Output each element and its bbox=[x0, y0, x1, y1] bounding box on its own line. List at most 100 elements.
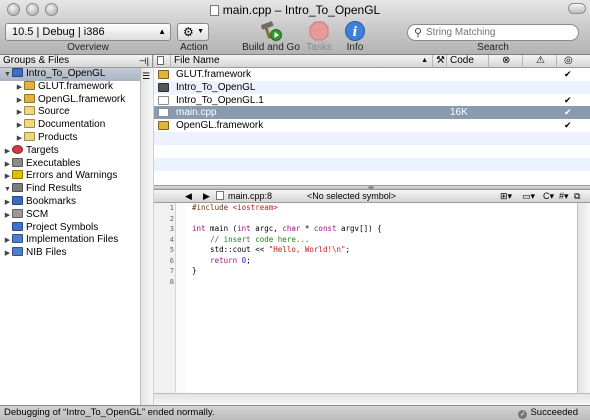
code-folding-ribbon[interactable] bbox=[175, 203, 186, 393]
disclosure-closed-icon[interactable]: ▶ bbox=[3, 248, 12, 261]
bookmarks-popup-icon[interactable]: ⊞▾ bbox=[500, 190, 512, 202]
window-toolbar: main.cpp – Intro_To_OpenGL 10.5 | Debug … bbox=[0, 0, 590, 55]
line-number: 6 bbox=[169, 256, 174, 265]
line-number: 3 bbox=[169, 225, 174, 233]
col-warnings-header[interactable]: ⚠ bbox=[522, 55, 556, 68]
info-icon: i bbox=[345, 21, 365, 41]
sidebar-item-label: Project Symbols bbox=[26, 221, 99, 233]
code-line-6: return 0; bbox=[210, 255, 251, 265]
file-name-cell: main.cpp bbox=[176, 107, 217, 119]
sidebar-item[interactable]: ▶ Implementation Files bbox=[0, 234, 140, 247]
build-and-go-button[interactable] bbox=[258, 20, 282, 42]
file-history-popup[interactable]: main.cpp:8 bbox=[228, 190, 272, 202]
sidebar-item[interactable]: ▶ Bookmarks bbox=[0, 195, 140, 209]
source-editor[interactable]: 1 2 3 4 5 6 7 8 #include <iostream> int main (i… bbox=[154, 203, 590, 405]
breakpoints-popup-icon[interactable]: ▭▾ bbox=[522, 190, 535, 202]
editor-horizontal-scrollbar[interactable] bbox=[154, 393, 590, 405]
search-icon: ⚲ bbox=[414, 27, 423, 39]
editor-vertical-scrollbar[interactable] bbox=[577, 203, 590, 393]
build-result[interactable]: ✓ Succeeded bbox=[518, 406, 578, 420]
sidebar-item-label: Errors and Warnings bbox=[26, 170, 118, 182]
framework-icon bbox=[158, 121, 169, 131]
counterparts-icon[interactable]: ⧉ bbox=[574, 190, 580, 202]
overview-label: Overview bbox=[67, 42, 109, 53]
sidebar-item[interactable]: ▶ NIB Files bbox=[0, 247, 140, 260]
action-button[interactable]: ⚙ ▼ bbox=[177, 23, 209, 41]
sidebar-item[interactable]: ▶ Targets bbox=[0, 144, 140, 158]
code-line-5: std::cout << "Hello, World!\n"; bbox=[192, 245, 351, 254]
col-build-header[interactable]: ⚒ bbox=[432, 55, 446, 68]
sidebar-item[interactable]: ▶ OpenGL.framework bbox=[0, 93, 140, 107]
split-view-icon[interactable]: ⊣| bbox=[139, 55, 149, 67]
col-code-header[interactable]: Code bbox=[446, 55, 488, 68]
sidebar-item-label: GLUT.framework bbox=[38, 80, 114, 92]
folder-icon bbox=[24, 119, 35, 129]
tasks-button[interactable] bbox=[307, 20, 331, 42]
warning-icon bbox=[12, 170, 23, 180]
sidebar-item[interactable]: Project Symbols bbox=[0, 221, 140, 235]
sidebar-item[interactable]: ▼ Find Results bbox=[0, 183, 140, 196]
executable-icon bbox=[12, 157, 23, 167]
col-errors-header[interactable]: ⊗ bbox=[488, 55, 522, 68]
splitter-grip[interactable] bbox=[368, 186, 374, 189]
sidebar-item[interactable]: ▶ SCM bbox=[0, 208, 140, 222]
classes-popup-icon[interactable]: C▾ bbox=[543, 190, 554, 202]
includes-popup-icon[interactable]: #▾ bbox=[559, 190, 569, 202]
sidebar-item-label: Products bbox=[38, 131, 78, 143]
table-row[interactable]: OpenGL.framework ✔ bbox=[154, 119, 590, 132]
stop-icon bbox=[309, 21, 329, 41]
col-file-type-header[interactable] bbox=[154, 55, 170, 68]
sidebar-item[interactable]: ▶ Documentation bbox=[0, 119, 140, 132]
tasks-label: Tasks bbox=[306, 42, 332, 53]
sidebar-item-label: Source bbox=[38, 106, 70, 118]
info-button[interactable]: i bbox=[343, 20, 367, 42]
sidebar-item[interactable]: ▼ Intro_To_OpenGL bbox=[0, 68, 140, 81]
sidebar-item[interactable]: ▶ Executables bbox=[0, 157, 140, 171]
list-options-icon[interactable]: ☰ bbox=[142, 71, 150, 82]
file-name-cell: OpenGL.framework bbox=[176, 120, 264, 132]
detail-file-table: File Name ▲ ⚒ Code ⊗ ⚠ ◎ GLUT.framework ✔… bbox=[154, 55, 590, 185]
target-checkbox[interactable]: ✔ bbox=[564, 108, 573, 117]
line-number: 1 bbox=[169, 204, 174, 212]
sidebar-item-label: Executables bbox=[26, 157, 81, 169]
overview-popup[interactable]: 10.5 | Debug | i386 ▲ bbox=[5, 23, 171, 41]
search-field[interactable]: ⚲ bbox=[407, 24, 579, 41]
sidebar-item[interactable]: ▶ Products bbox=[0, 131, 140, 145]
chevron-down-icon: ▼ bbox=[197, 28, 204, 35]
sidebar-item-label: Documentation bbox=[38, 119, 106, 131]
col-file-name-header[interactable]: File Name ▲ bbox=[170, 55, 432, 68]
sidebar-item[interactable]: ▶ Source bbox=[0, 106, 140, 119]
sidebar-scrollbar[interactable] bbox=[140, 68, 153, 405]
table-row[interactable]: Intro_To_OpenGL bbox=[154, 80, 590, 94]
sidebar-item[interactable]: ▶ GLUT.framework bbox=[0, 80, 140, 94]
sidebar-item[interactable]: ▶ Errors and Warnings bbox=[0, 170, 140, 183]
symbol-popup[interactable]: <No selected symbol> bbox=[307, 190, 396, 202]
action-label: Action bbox=[180, 42, 208, 53]
document-icon bbox=[158, 95, 169, 105]
gear-icon: ⚙ bbox=[183, 25, 194, 39]
groups-and-files-sidebar: Groups & Files ⊣| ▼ Intro_To_OpenGL ▶ GLUT.… bbox=[0, 55, 153, 405]
sidebar-item-label: SCM bbox=[26, 208, 49, 220]
target-checkbox[interactable]: ✔ bbox=[564, 70, 573, 79]
table-row[interactable]: GLUT.framework ✔ bbox=[154, 68, 590, 81]
sidebar-item-label: Targets bbox=[26, 144, 59, 156]
file-name-cell: Intro_To_OpenGL.1 bbox=[176, 94, 264, 106]
go-forward-icon[interactable]: ▶ bbox=[203, 190, 210, 202]
sidebar-item-label: NIB Files bbox=[26, 247, 67, 259]
folder-icon bbox=[24, 106, 35, 116]
empty-table-row bbox=[154, 132, 590, 145]
window-title: main.cpp – Intro_To_OpenGL bbox=[222, 3, 381, 17]
empty-table-row bbox=[154, 157, 590, 171]
search-input[interactable] bbox=[426, 26, 574, 39]
groups-tree: ▼ Intro_To_OpenGL ▶ GLUT.framework ▶ OpenGL.f… bbox=[0, 68, 140, 260]
target-checkbox[interactable]: ✔ bbox=[564, 95, 573, 105]
col-target-header[interactable]: ◎ bbox=[556, 55, 590, 68]
target-icon: ◎ bbox=[564, 55, 573, 66]
target-checkbox[interactable]: ✔ bbox=[564, 121, 573, 130]
go-back-icon[interactable]: ◀ bbox=[185, 190, 192, 202]
table-row[interactable]: main.cpp 16K ✔ bbox=[154, 106, 590, 120]
toolbar-toggle-button[interactable] bbox=[568, 3, 586, 14]
sidebar-header: Groups & Files ⊣| bbox=[0, 55, 152, 68]
table-row[interactable]: Intro_To_OpenGL.1 ✔ bbox=[154, 94, 590, 107]
sidebar-item-label: Bookmarks bbox=[26, 195, 77, 207]
